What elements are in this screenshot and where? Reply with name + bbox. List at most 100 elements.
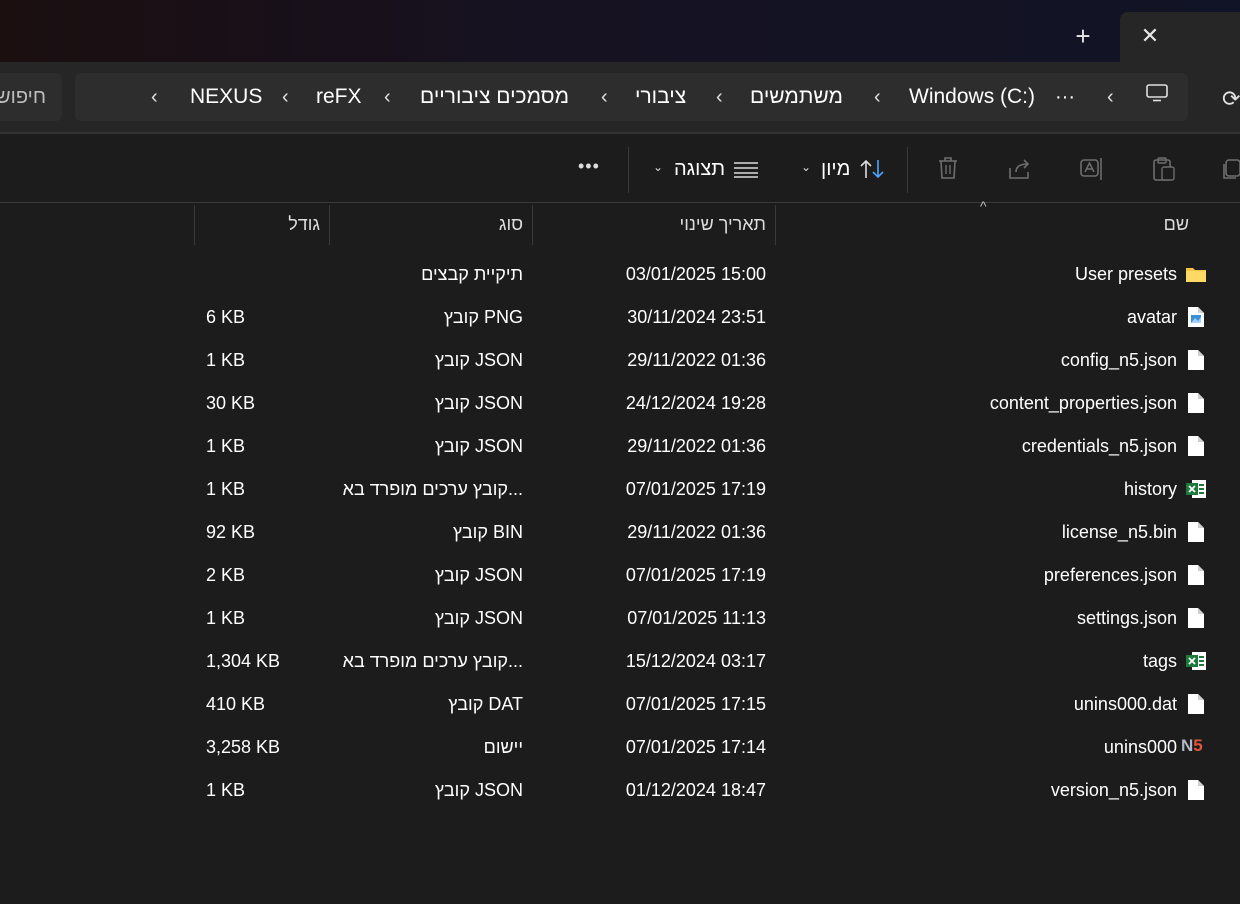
more-options-button[interactable]: ••• (578, 156, 600, 177)
chevron-left-icon[interactable]: ‹ (151, 73, 158, 121)
chevron-left-icon[interactable]: ‹ (601, 73, 608, 121)
file-name: unins000 (1103, 737, 1177, 757)
file-date-modified: 24/12/2024 19:28 (625, 393, 766, 413)
file-icon (1185, 564, 1207, 586)
file-row[interactable]: avatar 30/11/2024 23:51 קובץ PNG 6 KB (0, 296, 1240, 339)
file-size: 1 KB (206, 479, 246, 499)
refresh-icon[interactable]: ⟳ (1222, 86, 1240, 112)
chevron-down-icon: ⌄ (653, 160, 664, 174)
file-date-modified: 07/01/2025 17:19 (625, 565, 766, 585)
file-row[interactable]: N5 unins000 07/01/2025 17:14 יישום 3,258 KB (0, 726, 1240, 769)
file-icon (1185, 392, 1207, 414)
file-size: 1,304 KB (206, 651, 281, 671)
file-type: קובץ JSON (434, 350, 523, 370)
breadcrumb-public-documents[interactable]: מסמכים ציבוריים (420, 73, 569, 121)
sort-arrows-icon[interactable] (859, 158, 885, 180)
file-name: settings.json (1076, 608, 1177, 628)
breadcrumb-nexus[interactable]: NEXUS (190, 73, 262, 121)
file-row[interactable]: tags 15/12/2024 03:17 קובץ ערכים מופרד בא.… (0, 640, 1240, 683)
divider (0, 202, 1240, 203)
rename-icon[interactable] (1079, 156, 1105, 182)
share-icon[interactable] (1008, 158, 1032, 180)
close-tab-button[interactable]: ✕ (1136, 22, 1164, 50)
file-name: history (1123, 479, 1177, 499)
file-size: 1 KB (206, 436, 246, 456)
column-header-name[interactable]: שם (1164, 202, 1189, 246)
folder-icon (1185, 263, 1207, 285)
file-row[interactable]: preferences.json 07/01/2025 17:19 קובץ JSO… (0, 554, 1240, 597)
file-type: קובץ JSON (434, 436, 523, 456)
file-icon (1185, 607, 1207, 629)
file-type: קובץ JSON (434, 608, 523, 628)
address-bar[interactable]: ‹ NEXUS ‹ reFX ‹ מסמכים ציבוריים ‹ ציבור… (75, 73, 1188, 121)
chevron-left-icon[interactable]: ‹ (874, 73, 881, 121)
column-divider[interactable] (329, 205, 330, 245)
file-type: קובץ JSON (434, 565, 523, 585)
file-icon (1185, 693, 1207, 715)
file-date-modified: 15/12/2024 03:17 (625, 651, 766, 671)
file-type: קובץ BIN (452, 522, 523, 542)
file-row[interactable]: User presets 03/01/2025 15:00 תיקיית קבצים (0, 253, 1240, 296)
file-name: license_n5.bin (1061, 522, 1177, 542)
column-header-size[interactable]: גודל (288, 202, 320, 246)
view-button-label[interactable]: תצוגה (674, 158, 725, 181)
file-row[interactable]: version_n5.json 01/12/2024 18:47 קובץ JSON… (0, 769, 1240, 812)
file-date-modified: 07/01/2025 17:15 (625, 694, 766, 714)
chevron-left-icon[interactable]: ‹ (716, 73, 723, 121)
new-tab-button[interactable]: + (1068, 22, 1098, 50)
file-name: avatar (1126, 307, 1177, 327)
file-date-modified: 07/01/2025 17:19 (625, 479, 766, 499)
file-date-modified: 30/11/2024 23:51 (627, 307, 766, 327)
file-icon (1185, 779, 1207, 801)
file-size: 92 KB (206, 522, 256, 542)
breadcrumb-public[interactable]: ציבורי (635, 73, 686, 121)
file-name: config_n5.json (1060, 350, 1177, 370)
paste-icon[interactable] (1152, 156, 1176, 182)
file-row[interactable]: content_properties.json 24/12/2024 19:28 ק… (0, 382, 1240, 425)
chevron-left-icon[interactable]: ‹ (1107, 73, 1114, 121)
column-divider[interactable] (775, 205, 776, 245)
image-file-icon (1185, 306, 1207, 328)
file-row[interactable]: unins000.dat 07/01/2025 17:15 קובץ DAT 410 … (0, 683, 1240, 726)
file-size: 2 KB (206, 565, 246, 585)
file-row[interactable]: config_n5.json 29/11/2022 01:36 קובץ JSON 1… (0, 339, 1240, 382)
file-size: 1 KB (206, 780, 246, 800)
file-name: credentials_n5.json (1021, 436, 1177, 456)
breadcrumb-overflow-button[interactable]: ··· (1055, 73, 1075, 121)
view-lines-icon[interactable] (734, 162, 758, 178)
file-date-modified: 29/11/2022 01:36 (627, 350, 766, 370)
breadcrumb-drive-c[interactable]: Windows (C:) (909, 73, 1035, 121)
divider (628, 147, 629, 193)
file-row[interactable]: history 07/01/2025 17:19 קובץ ערכים מופרד … (0, 468, 1240, 511)
chevron-left-icon[interactable]: ‹ (384, 73, 391, 121)
column-header-date[interactable]: תאריך שינוי (680, 202, 766, 246)
search-input[interactable]: חיפוש (0, 73, 62, 121)
breadcrumb-users[interactable]: משתמשים (750, 73, 843, 121)
file-size: 30 KB (206, 393, 256, 413)
breadcrumb-refx[interactable]: reFX (316, 73, 362, 121)
file-date-modified: 29/11/2022 01:36 (627, 522, 766, 542)
file-size: 1 KB (206, 350, 246, 370)
file-date-modified: 01/12/2024 18:47 (625, 780, 766, 800)
file-size: 410 KB (206, 694, 266, 714)
address-row: חיפוש ‹ NEXUS ‹ reFX ‹ מסמכים ציבוריים ‹… (0, 62, 1240, 132)
delete-icon[interactable] (937, 156, 959, 180)
file-icon (1185, 521, 1207, 543)
computer-icon[interactable] (1146, 84, 1168, 102)
file-name: content_properties.json (989, 393, 1177, 413)
excel-file-icon (1185, 650, 1207, 672)
file-date-modified: 03/01/2025 15:00 (625, 264, 766, 284)
command-bar: ••• ⌄ תצוגה ⌄ מיון (0, 134, 1240, 202)
sort-caret-up-icon: ^ (980, 198, 987, 214)
column-header-type[interactable]: סוג (499, 202, 523, 246)
copy-icon[interactable] (1222, 158, 1240, 180)
file-row[interactable]: settings.json 07/01/2025 11:13 קובץ JSON 1 … (0, 597, 1240, 640)
column-divider[interactable] (532, 205, 533, 245)
file-row[interactable]: license_n5.bin 29/11/2022 01:36 קובץ BIN 92… (0, 511, 1240, 554)
file-name: tags (1142, 651, 1177, 671)
file-row[interactable]: credentials_n5.json 29/11/2022 01:36 קובץ … (0, 425, 1240, 468)
sort-button-label[interactable]: מיון (821, 158, 850, 181)
file-type: קובץ ערכים מופרד בא... (342, 479, 523, 499)
chevron-left-icon[interactable]: ‹ (282, 73, 289, 121)
column-divider[interactable] (194, 205, 195, 245)
